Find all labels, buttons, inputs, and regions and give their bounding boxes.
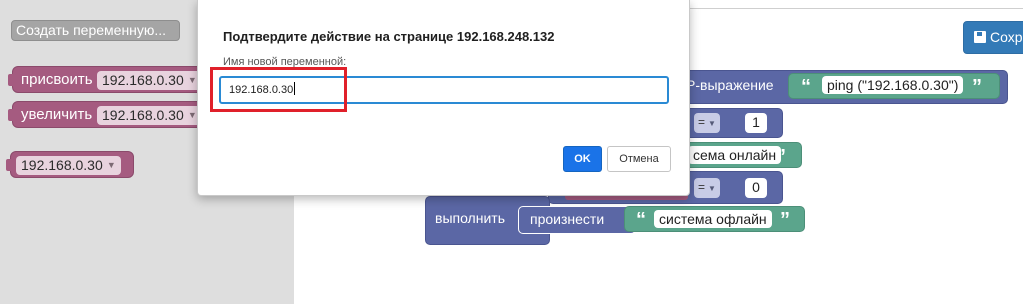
increment-variable-block[interactable]: увеличить 192.168.0.30 ▼	[8, 101, 204, 128]
assign-variable-dropdown[interactable]: 192.168.0.30 ▼	[97, 71, 202, 90]
block-notch	[8, 74, 15, 86]
compare-operator-dropdown[interactable]: = ▼	[694, 178, 720, 198]
compare-operator-value: =	[698, 180, 706, 194]
assign-block-label: присвоить	[21, 71, 93, 88]
compare-operator-dropdown[interactable]: = ▼	[694, 113, 720, 133]
close-quote-icon: ”	[972, 76, 982, 98]
chevron-down-icon: ▼	[708, 184, 716, 193]
ok-button[interactable]: OK	[563, 146, 602, 172]
compare-operator-value: =	[698, 115, 706, 129]
chevron-down-icon: ▼	[187, 75, 197, 85]
assign-variable-block[interactable]: присвоить 192.168.0.30 ▼	[8, 66, 204, 93]
assign-variable-name: 192.168.0.30	[102, 72, 184, 88]
prompt-dialog: Подтвердите действие на странице 192.168…	[197, 0, 690, 196]
offline-text-field[interactable]: система офлайн	[654, 210, 772, 228]
blockly-editor: Создать переменную... присвоить 192.168.…	[0, 0, 1023, 304]
block-notch	[8, 109, 15, 121]
do-label: выполнить	[435, 210, 505, 226]
getter-variable-dropdown[interactable]: 192.168.0.30 ▼	[16, 156, 121, 175]
online-text-field[interactable]: сема онлайн	[688, 146, 782, 164]
chevron-down-icon: ▼	[187, 110, 197, 120]
close-quote-icon: ”	[780, 209, 790, 231]
save-button[interactable]: Сохр	[963, 21, 1023, 54]
highlight-box	[210, 67, 347, 112]
save-button-label: Сохр	[990, 29, 1023, 45]
open-quote-icon: “	[636, 209, 646, 231]
number-field[interactable]: 1	[745, 113, 767, 133]
number-field[interactable]: 0	[745, 178, 767, 198]
create-variable-button[interactable]: Создать переменную...	[11, 20, 180, 41]
floppy-disk-icon	[974, 31, 986, 43]
block-notch	[6, 159, 13, 171]
chevron-down-icon: ▼	[106, 160, 116, 170]
ping-expression-label: P-выражение	[686, 77, 774, 93]
close-quote-icon: ”	[776, 146, 786, 168]
chevron-down-icon: ▼	[708, 119, 716, 128]
ping-command-field[interactable]: ping ("192.168.0.30")	[822, 76, 964, 94]
getter-variable-name: 192.168.0.30	[21, 157, 103, 173]
dialog-title: Подтвердите действие на странице 192.168…	[223, 29, 555, 44]
increment-variable-dropdown[interactable]: 192.168.0.30 ▼	[97, 106, 202, 125]
cancel-button[interactable]: Отмена	[607, 146, 671, 172]
increment-variable-name: 192.168.0.30	[102, 107, 184, 123]
say-label: произнести	[530, 211, 605, 227]
variable-getter-block[interactable]: 192.168.0.30 ▼	[6, 151, 134, 178]
increment-block-label: увеличить	[21, 106, 93, 123]
open-quote-icon: “	[801, 76, 811, 98]
